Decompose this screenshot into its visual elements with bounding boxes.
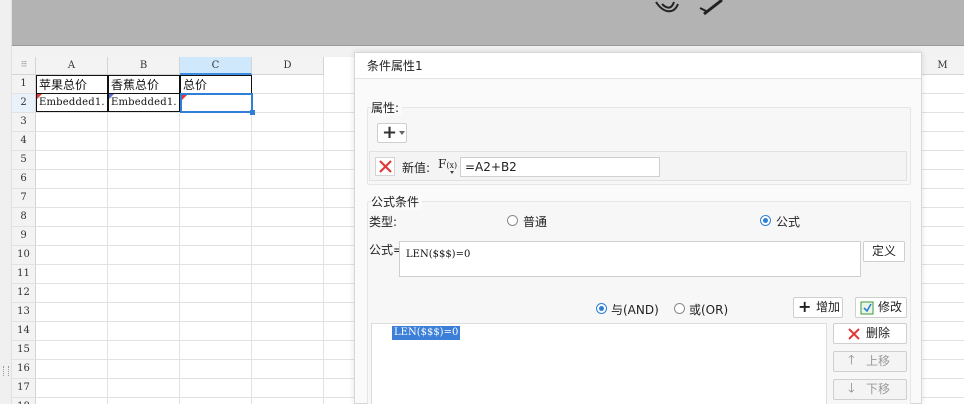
move-down-label: 下移	[866, 382, 891, 396]
close-icon	[848, 328, 860, 340]
logic-and-label[interactable]: 与(AND)	[611, 301, 659, 318]
column-header-m[interactable]: M	[921, 57, 964, 75]
cell-b1[interactable]: 香蕉总价	[108, 75, 180, 94]
condition-item[interactable]: LEN($$$)=0	[392, 326, 461, 340]
properties-legend: 属性:	[371, 99, 403, 116]
column-header-c[interactable]: C	[180, 57, 252, 75]
edit-icon	[860, 301, 874, 315]
type-formula-radio[interactable]	[760, 215, 771, 226]
col-line	[179, 75, 180, 404]
row-header-9[interactable]: 9	[12, 227, 36, 246]
row-header-15[interactable]: 15	[12, 341, 36, 360]
cell-a1[interactable]: 苹果总价	[36, 75, 108, 94]
cell-marker-icon	[109, 94, 114, 99]
cell-marker-icon	[37, 94, 42, 99]
add-condition-button[interactable]: + 增加	[793, 297, 843, 318]
logic-or-label[interactable]: 或(OR)	[689, 301, 728, 318]
move-down-button[interactable]: 🡓 下移	[833, 379, 907, 400]
logic-and-radio[interactable]	[596, 303, 607, 314]
row-header-11[interactable]: 11	[12, 265, 36, 284]
dialog-title: 条件属性1	[355, 53, 921, 79]
column-header-d[interactable]: D	[252, 57, 324, 75]
fill-handle[interactable]	[250, 110, 255, 115]
column-header-b[interactable]: B	[108, 57, 180, 75]
row-header-12[interactable]: 12	[12, 284, 36, 303]
condition-list[interactable]: LEN($$$)=0	[371, 323, 827, 404]
row-header-5[interactable]: 5	[12, 151, 36, 170]
row-header-4[interactable]: 4	[12, 132, 36, 151]
delete-condition-button[interactable]: 删除	[833, 323, 907, 344]
cell-a2[interactable]: Embedded1.	[36, 93, 108, 112]
row-header-8[interactable]: 8	[12, 208, 36, 227]
new-value-label: 新值:	[402, 161, 431, 175]
move-up-label: 上移	[866, 354, 891, 368]
type-normal-radio[interactable]	[507, 215, 518, 226]
condition-properties-dialog: 条件属性1 属性: + 新值: F(x) =A2+B2 公式条件 类型: 普通	[354, 52, 922, 404]
formula-label: 公式=	[369, 243, 404, 257]
cell-c1[interactable]: 总价	[180, 75, 252, 94]
row-header-1[interactable]: 1	[12, 75, 36, 94]
formula-fx-button[interactable]: F(x)	[438, 157, 458, 175]
select-all-corner[interactable]: ⁝⁝⁝	[12, 57, 36, 75]
arrow-down-icon: 🡓	[848, 381, 855, 396]
remove-property-button[interactable]	[375, 157, 395, 176]
cell-marker-icon	[182, 95, 187, 100]
row-header-7[interactable]: 7	[12, 189, 36, 208]
add-property-button[interactable]: +	[377, 123, 407, 143]
row-header-10[interactable]: 10	[12, 246, 36, 265]
type-normal-label[interactable]: 普通	[523, 213, 547, 230]
chevron-down-icon	[450, 171, 454, 174]
plus-icon: +	[798, 297, 812, 316]
formula-input[interactable]: LEN($$$)=0	[399, 241, 861, 277]
col-line	[251, 75, 252, 404]
row-header-14[interactable]: 14	[12, 322, 36, 341]
row-header-13[interactable]: 13	[12, 303, 36, 322]
new-value-row: 新值: F(x) =A2+B2	[369, 151, 907, 181]
column-header-a[interactable]: A	[36, 57, 108, 75]
formula-condition-legend: 公式条件	[371, 193, 423, 210]
chevron-down-icon	[399, 131, 405, 135]
col-line	[323, 75, 324, 404]
add-button-label: 增加	[816, 300, 841, 314]
row-header-6[interactable]: 6	[12, 170, 36, 189]
plus-icon: +	[382, 122, 398, 143]
modify-condition-button[interactable]: 修改	[855, 297, 907, 318]
fx-subscript: (x)	[446, 161, 458, 170]
pen-stroke-icon	[655, 0, 723, 16]
col-line	[107, 75, 108, 404]
left-panel-strip	[0, 0, 12, 404]
new-value-input[interactable]: =A2+B2	[460, 157, 660, 177]
row-header-18[interactable]: 18	[12, 398, 36, 404]
define-button[interactable]: 定义	[863, 241, 905, 262]
logic-or-radio[interactable]	[674, 303, 685, 314]
modify-button-label: 修改	[878, 300, 903, 314]
row-header-16[interactable]: 16	[12, 360, 36, 379]
arrow-up-icon: 🡑	[848, 353, 855, 368]
cell-b2[interactable]: Embedded1.	[108, 93, 180, 112]
delete-button-label: 删除	[866, 326, 891, 340]
row-header-2[interactable]: 2	[12, 94, 36, 113]
top-canvas-area	[12, 0, 964, 46]
move-up-button[interactable]: 🡑 上移	[833, 351, 907, 372]
row-header-3[interactable]: 3	[12, 113, 36, 132]
type-formula-label[interactable]: 公式	[776, 213, 800, 230]
type-label: 类型:	[369, 215, 398, 229]
cell-c2-selected[interactable]	[180, 93, 253, 113]
app-window: ⁝⁝⁝ A B C D M 苹果总价 香蕉总价 总价 Embedded1. Em…	[0, 0, 964, 404]
row-header-17[interactable]: 17	[12, 379, 36, 398]
panel-resize-handle[interactable]	[3, 366, 9, 376]
close-icon	[379, 160, 392, 173]
